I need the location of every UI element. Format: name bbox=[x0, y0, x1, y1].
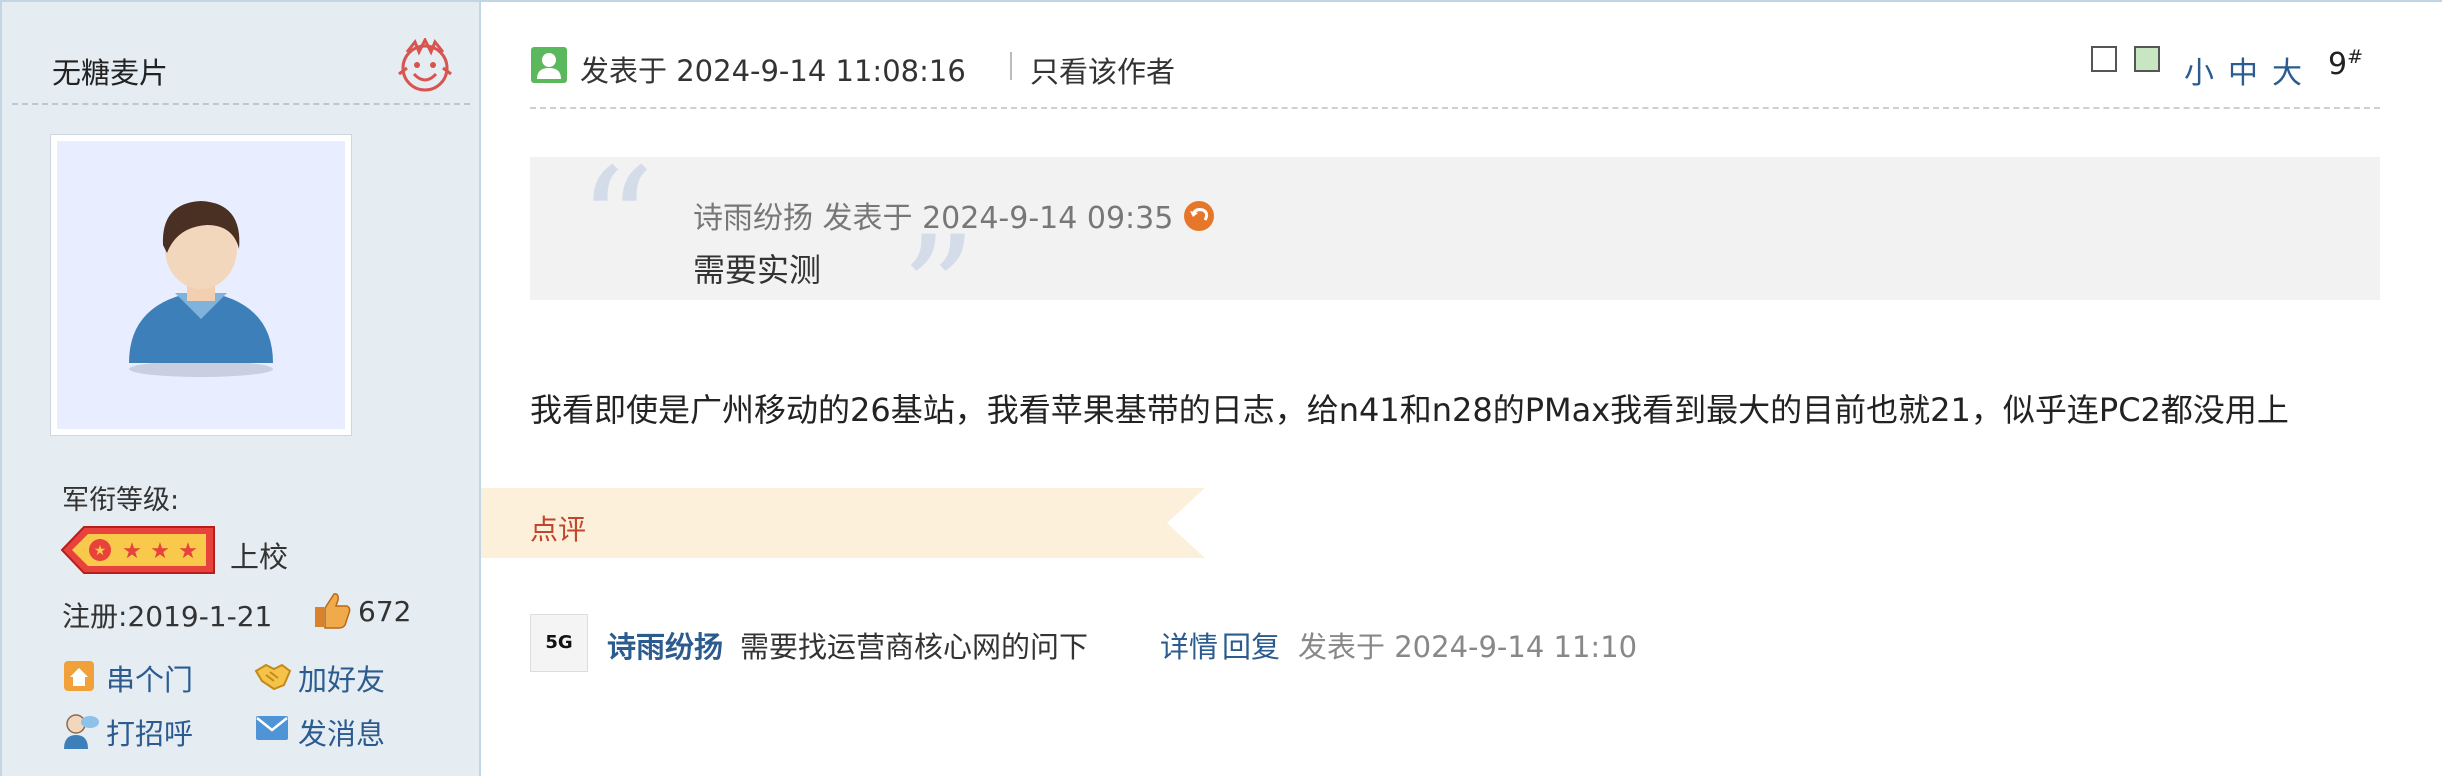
envelope-icon bbox=[254, 713, 290, 750]
open-quote-mark: “ bbox=[578, 137, 655, 311]
register-date: 2019-1-21 bbox=[127, 600, 273, 633]
font-medium-button[interactable]: 中 bbox=[2228, 48, 2258, 92]
svg-text:★: ★ bbox=[94, 543, 107, 559]
post-main: 发表于 2024-9-14 11:08:16 只看该作者 小 中 大 9# “ … bbox=[481, 2, 2442, 776]
quote-meta: 诗雨纷扬 发表于 2024-9-14 09:35 bbox=[693, 193, 1215, 240]
rank-label: 军衔等级: bbox=[62, 485, 180, 516]
add-friend-label: 加好友 bbox=[298, 663, 386, 697]
comment-ribbon bbox=[481, 488, 1205, 558]
svg-text:★: ★ bbox=[178, 539, 198, 564]
bg-green-toggle[interactable] bbox=[2134, 46, 2160, 72]
post-author-icon bbox=[530, 46, 568, 88]
quote-block: “ ” 诗雨纷扬 发表于 2024-9-14 09:35 需要实测 bbox=[530, 149, 2380, 367]
rank-badge-icon: ★ ★ ★ ★ bbox=[60, 525, 216, 579]
visit-label: 串个门 bbox=[106, 663, 194, 697]
comment-time: 发表于 2024-9-14 11:10 bbox=[1298, 630, 1638, 664]
author-header: 无糖麦片 bbox=[12, 2, 470, 105]
font-large-button[interactable]: 大 bbox=[2272, 48, 2302, 92]
post-timestamp: 发表于 2024-9-14 11:08:16 bbox=[580, 54, 966, 88]
comment-label: 点评 bbox=[530, 513, 587, 546]
message-label: 发消息 bbox=[298, 717, 386, 751]
register-label: 注册: bbox=[62, 600, 128, 633]
svg-text:★: ★ bbox=[122, 539, 142, 564]
font-small-button[interactable]: 小 bbox=[2184, 48, 2214, 92]
comment-reply-link[interactable]: 回复 bbox=[1222, 624, 1280, 666]
bg-white-toggle[interactable] bbox=[2091, 46, 2117, 72]
author-only-link[interactable]: 只看该作者 bbox=[1030, 49, 1175, 91]
comment-user[interactable]: 诗雨纷扬 bbox=[607, 624, 723, 666]
svg-text:★: ★ bbox=[150, 539, 170, 564]
comment-avatar[interactable]: 5G bbox=[530, 614, 588, 672]
thumbs-up-icon bbox=[312, 590, 352, 634]
quote-author-time: 诗雨纷扬 发表于 2024-9-14 09:35 bbox=[693, 201, 1174, 236]
post-header: 发表于 2024-9-14 11:08:16 只看该作者 小 中 大 9# bbox=[530, 2, 2380, 109]
floor-number[interactable]: 9# bbox=[2328, 46, 2363, 82]
comment-detail-link[interactable]: 详情 bbox=[1160, 624, 1218, 666]
greet-label: 打招呼 bbox=[106, 717, 194, 751]
author-sidebar: 无糖麦片 军衔等级: ★ ★ ★ ★ 上校 注册:2019-1-21 672 串… bbox=[2, 2, 481, 776]
avatar[interactable] bbox=[50, 134, 352, 436]
user-avatar-icon bbox=[129, 201, 273, 377]
jump-to-post-icon[interactable] bbox=[1183, 200, 1215, 240]
home-icon bbox=[62, 659, 96, 700]
smiley-online-icon bbox=[397, 36, 453, 100]
quote-text: 需要实测 bbox=[693, 251, 822, 289]
register-info: 注册:2019-1-21 bbox=[62, 595, 272, 635]
handshake-icon bbox=[254, 659, 292, 700]
author-name[interactable]: 无糖麦片 bbox=[52, 50, 168, 92]
like-count: 672 bbox=[358, 595, 412, 628]
rank-name: 上校 bbox=[230, 540, 289, 574]
post-body: 我看即使是广州移动的26基站，我看苹果基带的日志，给n41和n28的PMax我看… bbox=[530, 391, 2289, 429]
header-divider bbox=[1010, 52, 1012, 80]
comment-text: 需要找运营商核心网的问下 bbox=[740, 630, 1089, 664]
comment-header: 点评 bbox=[481, 488, 1205, 558]
greet-user-icon bbox=[62, 713, 100, 758]
